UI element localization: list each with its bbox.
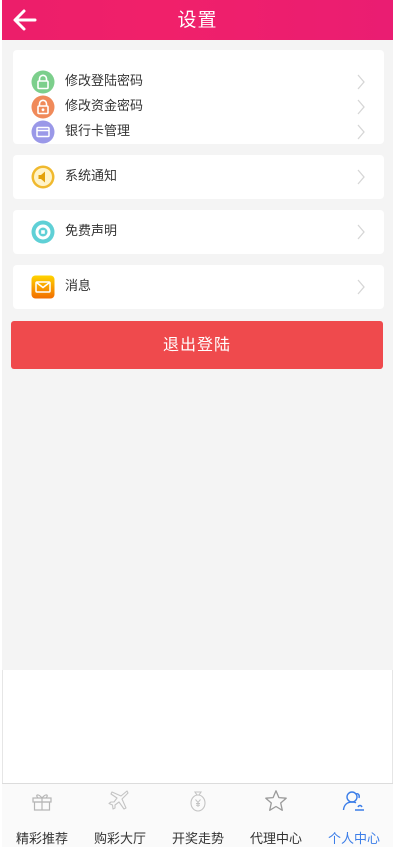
- tab-recommend[interactable]: 精彩推荐: [3, 784, 81, 847]
- item-label: 免费声明: [65, 224, 118, 239]
- item-label: 修改登陆密码: [65, 74, 144, 89]
- page-title: 设置: [177, 9, 218, 31]
- chevron-right-icon: [357, 124, 365, 140]
- tab-label: 代理中心: [249, 832, 302, 847]
- plane-icon: [108, 790, 129, 810]
- message-group-card: 消息: [13, 265, 384, 309]
- change-fund-password-item[interactable]: 修改资金密码: [13, 95, 384, 119]
- chevron-right-icon: [357, 99, 365, 115]
- header-bar: 设置: [2, 0, 393, 40]
- disclaimer-icon: [31, 220, 55, 244]
- system-notification-item[interactable]: 系统通知: [13, 165, 384, 189]
- change-login-password-item[interactable]: 修改登陆密码: [13, 70, 384, 94]
- gift-icon: [32, 794, 52, 811]
- star-icon: [265, 790, 287, 811]
- tab-label: 精彩推荐: [15, 832, 68, 847]
- chevron-right-icon: [357, 74, 365, 90]
- chevron-right-icon: [357, 224, 365, 240]
- tab-lottery-hall[interactable]: 购彩大厅: [81, 784, 159, 847]
- lock-icon: [31, 95, 55, 119]
- logout-button[interactable]: 退出登陆: [11, 321, 383, 369]
- bank-card-management-item[interactable]: 银行卡管理: [13, 120, 384, 144]
- chevron-right-icon: [357, 169, 365, 185]
- tab-label: 购彩大厅: [93, 832, 146, 847]
- tab-label: 个人中心: [327, 832, 380, 847]
- notification-group-card: 系统通知: [13, 155, 384, 199]
- disclaimer-item[interactable]: 免费声明: [13, 220, 384, 244]
- messages-item[interactable]: 消息: [13, 275, 384, 299]
- disclaimer-group-card: 免费声明: [13, 210, 384, 254]
- bank-card-icon: [31, 120, 55, 144]
- lock-icon: [31, 70, 55, 94]
- tab-draw-trend[interactable]: 开奖走势: [159, 784, 237, 847]
- item-label: 银行卡管理: [65, 124, 131, 139]
- bottom-tab-bar: 精彩推荐 购彩大厅 开奖走势 代理中心 个人中心: [2, 783, 393, 847]
- yen-bag-icon: [190, 791, 206, 812]
- chevron-right-icon: [357, 279, 365, 295]
- item-label: 修改资金密码: [65, 99, 144, 114]
- tab-agent-center[interactable]: 代理中心: [237, 784, 315, 847]
- item-label: 消息: [65, 279, 92, 294]
- tab-label: 开奖走势: [171, 832, 224, 847]
- security-group-card: 修改登陆密码 修改资金密码 银行卡管理: [13, 50, 384, 144]
- speaker-icon: [31, 165, 55, 189]
- mail-icon: [31, 275, 55, 299]
- tab-personal-center[interactable]: 个人中心: [315, 784, 393, 847]
- user-icon: [342, 791, 364, 811]
- item-label: 系统通知: [65, 169, 118, 184]
